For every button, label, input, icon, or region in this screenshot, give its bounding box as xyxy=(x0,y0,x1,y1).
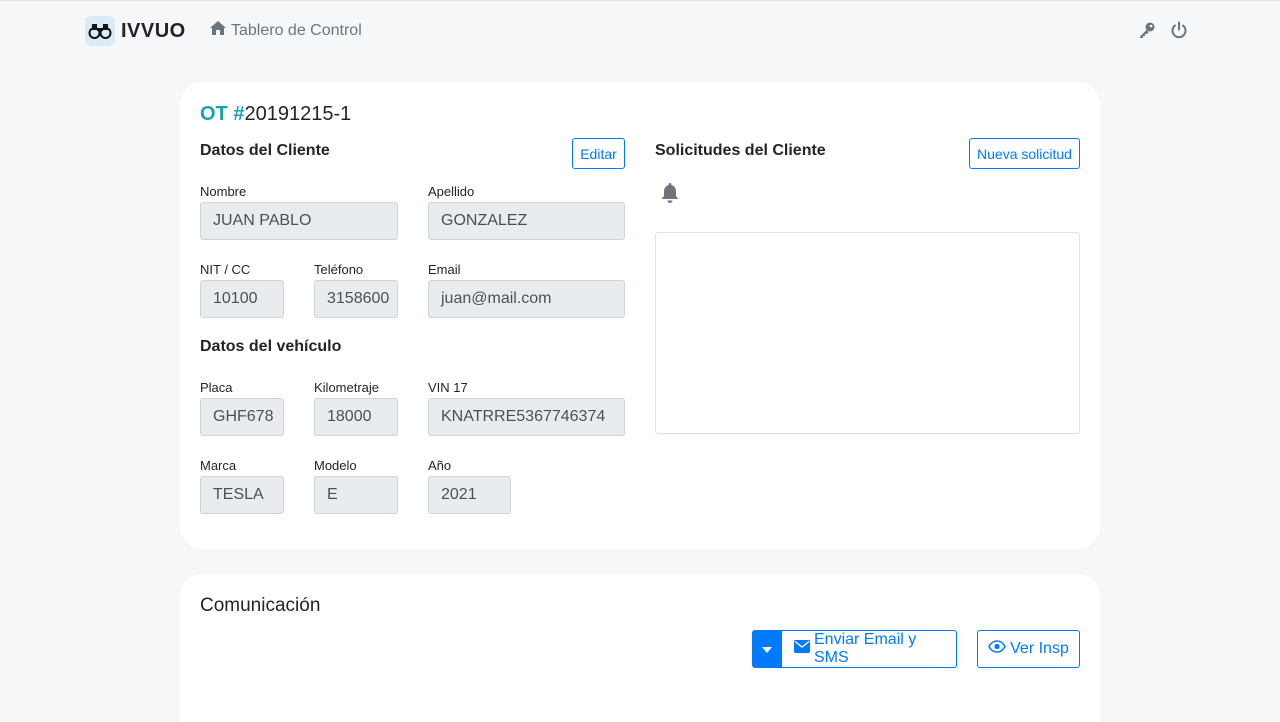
view-inspection-label: Ver Insp xyxy=(1010,640,1069,657)
send-email-sms-button[interactable]: Enviar Email y SMS xyxy=(782,630,957,668)
power-icon[interactable] xyxy=(1170,21,1188,39)
nav-dashboard-label: Tablero de Control xyxy=(231,21,362,39)
nit-field[interactable]: 10100 xyxy=(200,280,284,318)
home-icon xyxy=(209,20,227,41)
anio-label: Año xyxy=(428,458,452,473)
brand-name: IVVUO xyxy=(121,19,186,42)
nav-dashboard-link[interactable]: Tablero de Control xyxy=(209,20,362,41)
send-dropdown-toggle[interactable] xyxy=(752,630,782,668)
communication-heading: Comunicación xyxy=(200,595,321,616)
key-icon[interactable] xyxy=(1138,21,1156,39)
client-requests-heading: Solicitudes del Cliente xyxy=(655,142,826,159)
email-field[interactable]: juan@mail.com xyxy=(428,280,625,318)
brand-logo[interactable]: IVVUO xyxy=(85,16,186,46)
kilometraje-field[interactable]: 18000 xyxy=(314,398,398,436)
work-order-card: OT #20191215-1 Datos del Cliente Editar … xyxy=(180,82,1100,549)
telefono-label: Teléfono xyxy=(314,262,364,277)
client-requests-list xyxy=(655,232,1080,434)
vehicle-data-heading: Datos del vehículo xyxy=(200,338,342,355)
caret-down-icon xyxy=(762,640,772,658)
top-navbar: IVVUO Tablero de Control xyxy=(0,1,1280,61)
marca-label: Marca xyxy=(200,458,237,473)
email-label: Email xyxy=(428,262,461,277)
vin-label: VIN 17 xyxy=(428,380,468,395)
communication-card: Comunicación Enviar Email y SMS Ver Insp xyxy=(180,574,1100,722)
bell-icon[interactable] xyxy=(658,181,682,205)
anio-field[interactable]: 2021 xyxy=(428,476,511,514)
new-request-button[interactable]: Nueva solicitud xyxy=(969,138,1080,169)
nombre-label: Nombre xyxy=(200,184,247,199)
work-order-title: OT #20191215-1 xyxy=(200,103,351,126)
view-inspection-button[interactable]: Ver Insp xyxy=(977,630,1080,668)
telefono-field[interactable]: 3158600 xyxy=(314,280,398,318)
envelope-icon xyxy=(794,640,810,658)
placa-field[interactable]: GHF678 xyxy=(200,398,284,436)
kilometraje-label: Kilometraje xyxy=(314,380,380,395)
apellido-label: Apellido xyxy=(428,184,475,199)
work-order-prefix: OT # xyxy=(200,103,245,125)
work-order-number: 20191215-1 xyxy=(244,103,352,125)
nombre-field[interactable]: JUAN PABLO xyxy=(200,202,398,240)
marca-field[interactable]: TESLA xyxy=(200,476,284,514)
modelo-label: Modelo xyxy=(314,458,357,473)
binoculars-icon xyxy=(85,16,115,46)
send-email-sms-label: Enviar Email y SMS xyxy=(814,631,917,666)
vin-field[interactable]: KNATRRE5367746374 xyxy=(428,398,625,436)
modelo-field[interactable]: E xyxy=(314,476,398,514)
placa-label: Placa xyxy=(200,380,233,395)
eye-icon xyxy=(988,640,1007,658)
nit-label: NIT / CC xyxy=(200,262,251,277)
edit-client-button[interactable]: Editar xyxy=(572,138,625,169)
send-split-button: Enviar Email y SMS xyxy=(752,630,957,668)
client-data-heading: Datos del Cliente xyxy=(200,142,330,159)
apellido-field[interactable]: GONZALEZ xyxy=(428,202,625,240)
